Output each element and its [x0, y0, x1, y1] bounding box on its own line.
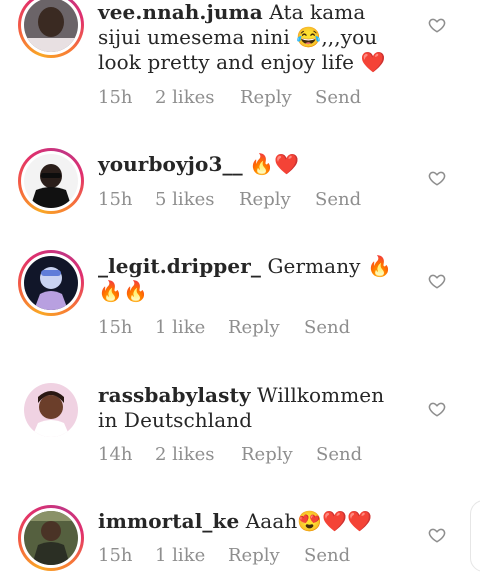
avatar[interactable] — [24, 383, 78, 437]
comment-time: 15h — [98, 189, 133, 210]
reply-button[interactable]: Reply — [241, 444, 316, 465]
comment-text: Aaah😍❤️❤️ — [245, 509, 373, 533]
send-button[interactable]: Send — [315, 87, 361, 108]
reply-button[interactable]: Reply — [240, 87, 315, 108]
heart-outline-icon[interactable] — [428, 169, 446, 187]
avatar[interactable] — [18, 0, 84, 58]
floating-panel-edge — [470, 500, 480, 572]
send-button[interactable]: Send — [315, 189, 361, 210]
avatar[interactable] — [18, 505, 84, 571]
avatar[interactable] — [18, 250, 84, 316]
comment-username[interactable]: immortal_ke — [98, 509, 239, 533]
comment-username[interactable]: yourboyjo3__ — [98, 152, 243, 176]
comment-likes[interactable]: 2 likes — [155, 87, 240, 108]
comment-likes[interactable]: 1 like — [155, 545, 228, 566]
comment-username[interactable]: vee.nnah.juma — [98, 0, 263, 24]
send-button[interactable]: Send — [304, 317, 350, 338]
comment-username[interactable]: rassbabylasty — [98, 383, 251, 407]
comment-likes[interactable]: 2 likes — [155, 444, 241, 465]
send-button[interactable]: Send — [316, 444, 362, 465]
comment-time: 14h — [98, 444, 133, 465]
comment-username[interactable]: _legit.dripper_ — [98, 254, 261, 278]
comment-time: 15h — [98, 317, 133, 338]
avatar[interactable] — [18, 148, 84, 214]
comment-likes[interactable]: 5 likes — [155, 189, 239, 210]
send-button[interactable]: Send — [304, 545, 350, 566]
comment-time: 15h — [98, 87, 133, 108]
heart-outline-icon[interactable] — [428, 272, 446, 290]
comment-likes[interactable]: 1 like — [155, 317, 228, 338]
comment-time: 15h — [98, 545, 133, 566]
reply-button[interactable]: Reply — [239, 189, 315, 210]
reply-button[interactable]: Reply — [228, 545, 304, 566]
heart-outline-icon[interactable] — [428, 16, 446, 34]
heart-outline-icon[interactable] — [428, 526, 446, 544]
comment-text: 🔥❤️ — [249, 152, 300, 176]
reply-button[interactable]: Reply — [228, 317, 304, 338]
heart-outline-icon[interactable] — [428, 400, 446, 418]
